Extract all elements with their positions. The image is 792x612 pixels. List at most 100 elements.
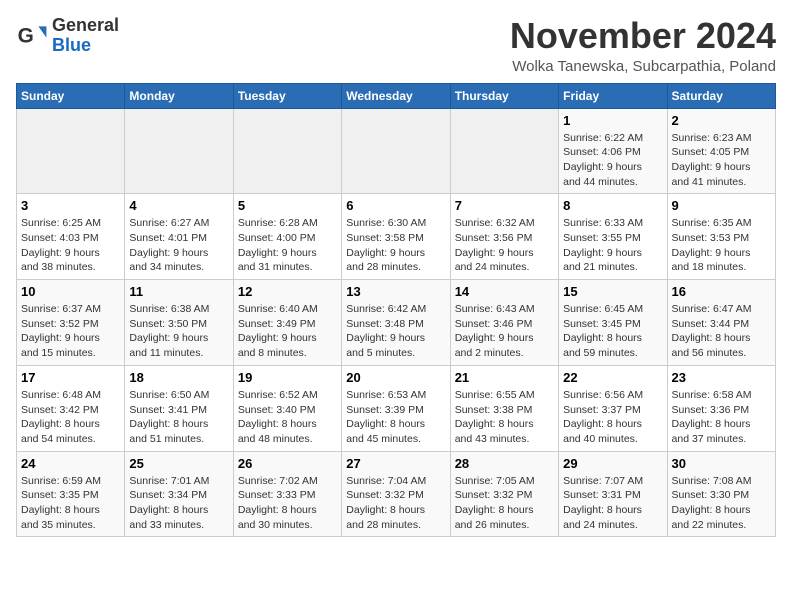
day-info: Sunrise: 6:55 AM Sunset: 3:38 PM Dayligh… — [455, 388, 554, 447]
day-info: Sunrise: 7:05 AM Sunset: 3:32 PM Dayligh… — [455, 474, 554, 533]
calendar-cell: 13Sunrise: 6:42 AM Sunset: 3:48 PM Dayli… — [342, 280, 450, 366]
week-row-1: 1 Sunrise: 6:22 AM Sunset: 4:06 PM Daylig… — [17, 108, 776, 194]
calendar-cell — [125, 108, 233, 194]
day-number: 1 — [563, 113, 662, 128]
day-number: 10 — [21, 284, 120, 299]
week-row-3: 10 Sunrise: 6:37 AM Sunset: 3:52 PM Dayli… — [17, 280, 776, 366]
calendar-cell: 10 Sunrise: 6:37 AM Sunset: 3:52 PM Dayli… — [17, 280, 125, 366]
day-info: Sunrise: 6:27 AM Sunset: 4:01 PM Dayligh… — [129, 216, 228, 275]
day-info: Sunrise: 6:38 AM Sunset: 3:50 PM Dayligh… — [129, 302, 228, 361]
location: Wolka Tanewska, Subcarpathia, Poland — [510, 58, 776, 75]
day-number: 15 — [563, 284, 662, 299]
day-number: 27 — [346, 456, 445, 471]
day-number: 20 — [346, 370, 445, 385]
calendar-cell: 21Sunrise: 6:55 AM Sunset: 3:38 PM Dayli… — [450, 365, 558, 451]
day-info: Sunrise: 7:07 AM Sunset: 3:31 PM Dayligh… — [563, 474, 662, 533]
day-number: 26 — [238, 456, 337, 471]
calendar-cell: 12Sunrise: 6:40 AM Sunset: 3:49 PM Dayli… — [233, 280, 341, 366]
calendar-cell: 26 Sunrise: 7:02 AM Sunset: 3:33 PM Dayli… — [233, 451, 341, 537]
day-number: 3 — [21, 198, 120, 213]
weekday-header-sunday: Sunday — [17, 83, 125, 108]
day-number: 24 — [21, 456, 120, 471]
day-number: 23 — [672, 370, 771, 385]
day-info: Sunrise: 6:25 AM Sunset: 4:03 PM Dayligh… — [21, 216, 120, 275]
calendar-cell: 1 Sunrise: 6:22 AM Sunset: 4:06 PM Daylig… — [559, 108, 667, 194]
week-row-2: 3 Sunrise: 6:25 AM Sunset: 4:03 PM Daylig… — [17, 194, 776, 280]
logo: G General Blue — [16, 16, 119, 56]
calendar-cell: 5Sunrise: 6:28 AM Sunset: 4:00 PM Daylig… — [233, 194, 341, 280]
day-info: Sunrise: 6:30 AM Sunset: 3:58 PM Dayligh… — [346, 216, 445, 275]
calendar-cell: 8 Sunrise: 6:33 AM Sunset: 3:55 PM Daylig… — [559, 194, 667, 280]
calendar-cell: 15 Sunrise: 6:45 AM Sunset: 3:45 PM Dayli… — [559, 280, 667, 366]
logo-general-text: General — [52, 16, 119, 36]
svg-text:G: G — [18, 24, 34, 47]
day-info: Sunrise: 6:23 AM Sunset: 4:05 PM Dayligh… — [672, 131, 771, 190]
weekday-header-monday: Monday — [125, 83, 233, 108]
calendar-cell: 16 Sunrise: 6:47 AM Sunset: 3:44 PM Dayli… — [667, 280, 775, 366]
calendar-cell: 23 Sunrise: 6:58 AM Sunset: 3:36 PM Dayli… — [667, 365, 775, 451]
calendar-cell: 4Sunrise: 6:27 AM Sunset: 4:01 PM Daylig… — [125, 194, 233, 280]
day-info: Sunrise: 6:45 AM Sunset: 3:45 PM Dayligh… — [563, 302, 662, 361]
day-number: 29 — [563, 456, 662, 471]
week-row-4: 17Sunrise: 6:48 AM Sunset: 3:42 PM Dayli… — [17, 365, 776, 451]
day-info: Sunrise: 6:37 AM Sunset: 3:52 PM Dayligh… — [21, 302, 120, 361]
day-number: 7 — [455, 198, 554, 213]
day-number: 19 — [238, 370, 337, 385]
calendar-cell: 14 Sunrise: 6:43 AM Sunset: 3:46 PM Dayli… — [450, 280, 558, 366]
day-info: Sunrise: 6:47 AM Sunset: 3:44 PM Dayligh… — [672, 302, 771, 361]
calendar-cell: 30 Sunrise: 7:08 AM Sunset: 3:30 PM Dayli… — [667, 451, 775, 537]
day-number: 11 — [129, 284, 228, 299]
month-title: November 2024 — [510, 16, 776, 56]
day-number: 2 — [672, 113, 771, 128]
calendar-cell: 27 Sunrise: 7:04 AM Sunset: 3:32 PM Dayli… — [342, 451, 450, 537]
calendar-cell: 18 Sunrise: 6:50 AM Sunset: 3:41 PM Dayli… — [125, 365, 233, 451]
calendar-cell — [450, 108, 558, 194]
calendar-cell: 29 Sunrise: 7:07 AM Sunset: 3:31 PM Dayli… — [559, 451, 667, 537]
calendar-cell: 2 Sunrise: 6:23 AM Sunset: 4:05 PM Daylig… — [667, 108, 775, 194]
calendar-cell — [342, 108, 450, 194]
weekday-header-friday: Friday — [559, 83, 667, 108]
calendar-cell: 7 Sunrise: 6:32 AM Sunset: 3:56 PM Daylig… — [450, 194, 558, 280]
day-info: Sunrise: 7:02 AM Sunset: 3:33 PM Dayligh… — [238, 474, 337, 533]
day-info: Sunrise: 6:35 AM Sunset: 3:53 PM Dayligh… — [672, 216, 771, 275]
calendar-cell: 3 Sunrise: 6:25 AM Sunset: 4:03 PM Daylig… — [17, 194, 125, 280]
day-number: 16 — [672, 284, 771, 299]
day-info: Sunrise: 6:58 AM Sunset: 3:36 PM Dayligh… — [672, 388, 771, 447]
calendar-cell: 19Sunrise: 6:52 AM Sunset: 3:40 PM Dayli… — [233, 365, 341, 451]
day-info: Sunrise: 6:32 AM Sunset: 3:56 PM Dayligh… — [455, 216, 554, 275]
weekday-header-saturday: Saturday — [667, 83, 775, 108]
day-number: 9 — [672, 198, 771, 213]
calendar-cell: 11 Sunrise: 6:38 AM Sunset: 3:50 PM Dayli… — [125, 280, 233, 366]
day-info: Sunrise: 7:01 AM Sunset: 3:34 PM Dayligh… — [129, 474, 228, 533]
day-info: Sunrise: 6:56 AM Sunset: 3:37 PM Dayligh… — [563, 388, 662, 447]
day-number: 18 — [129, 370, 228, 385]
calendar-cell: 24 Sunrise: 6:59 AM Sunset: 3:35 PM Dayli… — [17, 451, 125, 537]
day-info: Sunrise: 6:43 AM Sunset: 3:46 PM Dayligh… — [455, 302, 554, 361]
day-number: 8 — [563, 198, 662, 213]
day-number: 17 — [21, 370, 120, 385]
day-number: 5 — [238, 198, 337, 213]
weekday-header-wednesday: Wednesday — [342, 83, 450, 108]
weekday-header-row: SundayMondayTuesdayWednesdayThursdayFrid… — [17, 83, 776, 108]
calendar-cell — [233, 108, 341, 194]
calendar-cell: 6 Sunrise: 6:30 AM Sunset: 3:58 PM Daylig… — [342, 194, 450, 280]
day-info: Sunrise: 6:53 AM Sunset: 3:39 PM Dayligh… — [346, 388, 445, 447]
weekday-header-thursday: Thursday — [450, 83, 558, 108]
day-number: 14 — [455, 284, 554, 299]
day-number: 22 — [563, 370, 662, 385]
day-number: 30 — [672, 456, 771, 471]
calendar-cell: 25 Sunrise: 7:01 AM Sunset: 3:34 PM Dayli… — [125, 451, 233, 537]
calendar-cell — [17, 108, 125, 194]
day-info: Sunrise: 6:59 AM Sunset: 3:35 PM Dayligh… — [21, 474, 120, 533]
day-number: 25 — [129, 456, 228, 471]
weekday-header-tuesday: Tuesday — [233, 83, 341, 108]
logo-blue-text: Blue — [52, 36, 119, 56]
day-info: Sunrise: 7:04 AM Sunset: 3:32 PM Dayligh… — [346, 474, 445, 533]
page-header: G General Blue November 2024 Wolka Tanew… — [16, 16, 776, 75]
day-number: 6 — [346, 198, 445, 213]
day-info: Sunrise: 7:08 AM Sunset: 3:30 PM Dayligh… — [672, 474, 771, 533]
day-info: Sunrise: 6:33 AM Sunset: 3:55 PM Dayligh… — [563, 216, 662, 275]
day-info: Sunrise: 6:22 AM Sunset: 4:06 PM Dayligh… — [563, 131, 662, 190]
day-info: Sunrise: 6:50 AM Sunset: 3:41 PM Dayligh… — [129, 388, 228, 447]
calendar-cell: 17Sunrise: 6:48 AM Sunset: 3:42 PM Dayli… — [17, 365, 125, 451]
